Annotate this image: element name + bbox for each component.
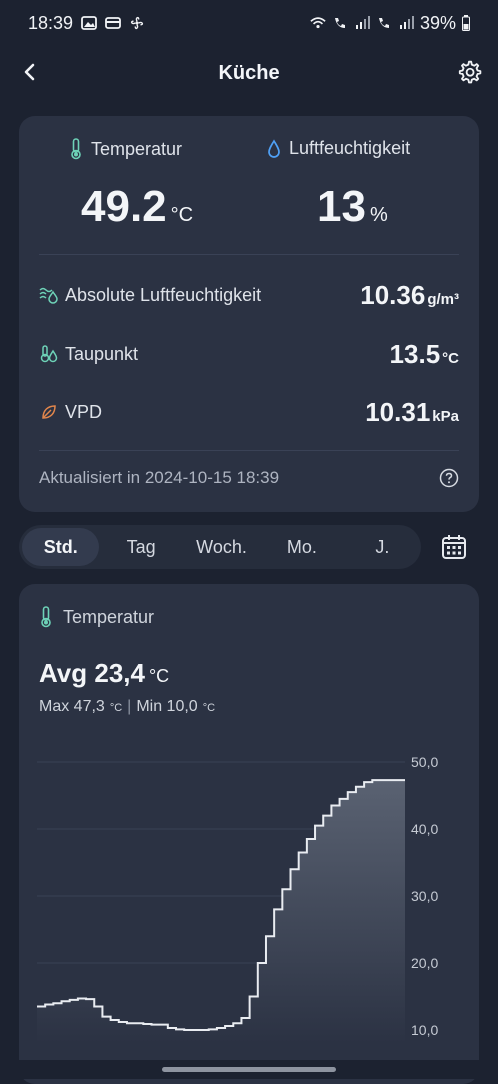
battery-percent: 39%: [419, 12, 456, 33]
metric-label: Absolute Luftfeuchtigkeit: [65, 284, 262, 305]
range-tabs: Std. Tag Woch. Mo. J.: [19, 525, 421, 569]
wave-drop-icon: [39, 287, 58, 304]
updated-text: Aktualisiert in 2024-10-15 18:39: [39, 468, 280, 487]
home-gesture-pill[interactable]: [162, 1067, 336, 1072]
metric-row-absolute-humidity: Absolute Luftfeuchtigkeit 10.36 g/m³: [39, 277, 459, 313]
metric-unit: kPa: [432, 407, 459, 425]
battery-icon: [462, 15, 470, 31]
status-bar: 18:39 39%: [0, 0, 498, 46]
metric-row-dewpoint: Taupunkt 13.5 °C: [39, 336, 459, 372]
status-time: 18:39: [28, 12, 74, 33]
signal-icon: [355, 16, 370, 29]
volte-call-icon-2: [378, 18, 389, 28]
tab-month[interactable]: Mo.: [263, 528, 340, 566]
y-tick-label: 50,0: [411, 754, 438, 770]
y-tick-label: 20,0: [411, 955, 438, 971]
humidity-header: Luftfeuchtigkeit: [267, 138, 410, 159]
metric-label: VPD: [65, 401, 103, 422]
card-icon: [105, 17, 121, 29]
metric-unit: g/m³: [427, 290, 459, 308]
temperature-header: Temperatur: [69, 138, 182, 160]
divider: [39, 450, 459, 451]
thermometer-icon: [71, 138, 81, 160]
wifi-icon: [310, 17, 326, 29]
temperature-value: 49.2 °C: [81, 182, 193, 232]
humidity-label: Luftfeuchtigkeit: [289, 138, 411, 158]
calendar-icon[interactable]: [440, 533, 468, 561]
summary-card: Temperatur Luftfeuchtigkeit 49.2 °C 13% A…: [19, 116, 479, 512]
signal-icon-2: [399, 16, 414, 29]
metric-value: 13.5: [389, 338, 441, 369]
metric-unit: °C: [442, 349, 459, 367]
tab-day[interactable]: Tag: [102, 528, 179, 566]
humidity-value: 13%: [317, 182, 388, 232]
divider: [39, 254, 459, 255]
chart-card: Temperatur Avg 23,4 °C Max 47,3 °C | Min …: [19, 584, 479, 1084]
volte-call-icon: [334, 18, 345, 28]
temperature-unit: °C: [170, 204, 194, 226]
metric-label: Taupunkt: [65, 343, 139, 364]
dewpoint-icon: [40, 345, 58, 363]
help-circle-icon[interactable]: [439, 468, 459, 488]
leaf-icon: [42, 405, 56, 419]
y-tick-label: 10,0: [411, 1022, 438, 1038]
tab-week[interactable]: Woch.: [183, 528, 260, 566]
temperature-label: Temperatur: [91, 138, 183, 159]
metric-value: 10.36: [360, 279, 426, 310]
updated-row: Aktualisiert in 2024-10-15 18:39: [39, 468, 459, 488]
humidity-unit: %: [369, 204, 388, 226]
temperature-chart[interactable]: 50,0 40,0 30,0 20,0 10,0: [19, 584, 479, 1060]
chevron-left-icon[interactable]: [18, 58, 44, 86]
drop-icon: [268, 138, 280, 158]
humidity-number: 13: [317, 182, 366, 231]
page-title: Küche: [218, 61, 280, 84]
y-tick-label: 40,0: [411, 821, 438, 837]
image-icon: [81, 16, 97, 30]
metric-value: 10.31: [365, 396, 431, 427]
metric-row-vpd: VPD 10.31 kPa: [39, 394, 459, 430]
top-app-bar: Küche: [0, 46, 498, 100]
temperature-number: 49.2: [81, 182, 167, 231]
y-tick-label: 30,0: [411, 888, 438, 904]
tab-hour[interactable]: Std.: [22, 528, 100, 566]
gear-icon[interactable]: [456, 59, 482, 85]
fan-icon: [130, 16, 144, 30]
tab-year[interactable]: J.: [344, 528, 421, 566]
temperature-area: [37, 780, 405, 1044]
